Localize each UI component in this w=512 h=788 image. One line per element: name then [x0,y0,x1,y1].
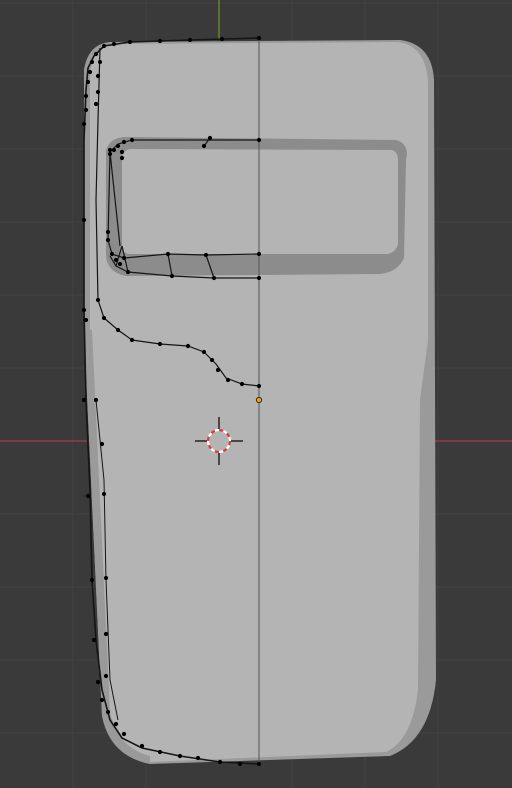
mesh-vertex[interactable] [256,383,262,389]
mesh-vertex[interactable] [219,36,225,42]
mesh-vertex[interactable] [239,381,245,387]
mesh-vertex[interactable] [256,251,262,257]
mesh-vertex[interactable] [256,275,262,281]
mesh-vertex[interactable] [83,317,89,323]
mesh-vertex[interactable] [97,59,103,65]
mesh-vertex[interactable] [87,69,93,75]
mesh-vertex[interactable] [93,51,99,57]
mesh-vertex[interactable] [157,341,163,347]
window-glass [122,149,398,254]
mesh-vertex[interactable] [83,107,89,113]
mesh-vertex[interactable] [237,761,243,767]
mesh-vertex[interactable] [81,307,87,313]
mesh-vertex[interactable] [129,337,135,343]
mesh-vertex[interactable] [113,721,119,727]
mesh-vertex[interactable] [256,137,262,143]
mesh-vertex[interactable] [83,93,89,99]
mesh-vertex[interactable] [201,143,207,149]
mesh-vertex[interactable] [103,673,109,679]
mesh-vertex[interactable] [115,143,121,149]
mesh-vertex[interactable] [105,229,111,235]
mesh-vertex[interactable] [211,275,217,281]
mesh-vertex[interactable] [177,753,183,759]
mesh-vertex[interactable] [217,759,223,765]
mesh-vertex[interactable] [95,297,101,303]
mesh-vertex[interactable] [127,39,133,45]
mesh-vertex[interactable] [109,251,115,257]
mesh-vertex[interactable] [195,755,201,761]
mesh-vertex[interactable] [215,367,221,373]
object-origin-dot[interactable] [255,396,263,404]
mesh-vertex[interactable] [125,269,131,275]
mesh-vertex[interactable] [81,121,87,127]
mesh-vertex[interactable] [169,273,175,279]
mesh-vertex[interactable] [121,731,127,737]
mesh-vertex[interactable] [101,43,107,49]
mesh-vertex[interactable] [103,631,109,637]
mesh-vertex[interactable] [185,343,191,349]
3d-viewport[interactable] [0,0,512,788]
mesh-vertex[interactable] [107,147,113,153]
mesh-vertex[interactable] [89,577,95,583]
mesh-vertex[interactable] [107,151,113,157]
mesh-vertex[interactable] [103,575,109,581]
mesh-vertex[interactable] [119,149,125,155]
mesh-vertex[interactable] [101,315,107,321]
mesh-vertex[interactable] [113,257,119,263]
mesh-vertex[interactable] [225,377,231,383]
mesh-vertex[interactable] [93,397,99,403]
mesh-vertex[interactable] [81,217,87,223]
mesh-vertex[interactable] [121,139,127,145]
mesh-vertex[interactable] [256,35,262,41]
mesh-vertex[interactable] [201,349,207,355]
mesh-vertex[interactable] [139,743,145,749]
mesh-vertex[interactable] [157,749,163,755]
mesh-vertex[interactable] [119,155,125,161]
mesh-vertex[interactable] [99,697,105,703]
viewport-canvas[interactable] [0,0,512,788]
mesh-vertex[interactable] [101,491,107,497]
mesh-vertex[interactable] [91,637,97,643]
mesh-vertex[interactable] [111,41,117,47]
mesh-vertex[interactable] [121,255,127,261]
mesh-vertex[interactable] [115,327,121,333]
mesh-vertex[interactable] [95,73,101,79]
mesh-vertex[interactable] [203,252,209,258]
mesh-vertex[interactable] [165,251,171,257]
mesh-vertex[interactable] [105,709,111,715]
mesh-vertex[interactable] [207,135,213,141]
mesh-vertex[interactable] [95,679,101,685]
mesh-vertex[interactable] [157,38,163,44]
mesh-vertex[interactable] [99,441,105,447]
mesh-vertex[interactable] [256,761,262,767]
mesh-vertex[interactable] [105,237,111,243]
mesh-vertex[interactable] [129,137,135,143]
mesh-vertex[interactable] [85,493,91,499]
mesh-vertex[interactable] [95,89,101,95]
mesh-vertex[interactable] [85,79,91,85]
mesh-vertex[interactable] [81,397,87,403]
mesh-vertex[interactable] [93,101,99,107]
mesh-vertex[interactable] [209,357,215,363]
mesh-vertex[interactable] [111,147,117,153]
mesh-vertex[interactable] [117,261,123,267]
mesh-vertex[interactable] [89,59,95,65]
mesh-vertex[interactable] [187,37,193,43]
